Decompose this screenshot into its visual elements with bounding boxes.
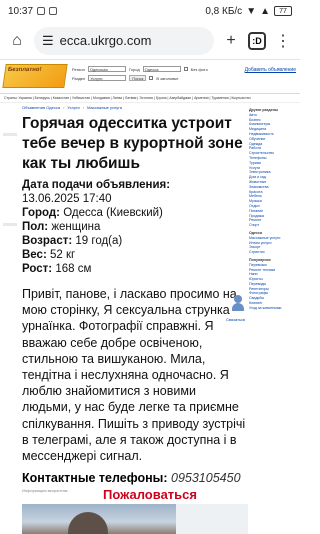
site-header: Безплатно! Регион Одесская Город Одесса …: [0, 60, 300, 94]
height-value: 168 см: [55, 263, 92, 275]
ad-title: Горячая одесситка устроит тебе вечер в к…: [22, 115, 243, 172]
add-ad-link[interactable]: Добавить объявление: [245, 67, 296, 73]
app-icon: [49, 7, 58, 15]
countries-nav[interactable]: Страны: Украина | Беларусь | Казахстан |…: [0, 94, 300, 103]
report-button[interactable]: Пожаловаться: [0, 487, 300, 502]
region-select[interactable]: Одесская: [87, 66, 126, 72]
margin-mark: [3, 133, 17, 136]
city-select[interactable]: Одесса: [142, 66, 181, 72]
url-text: ecca.ukrgo.com: [59, 33, 152, 48]
date-value: 13.06.2025 17:40: [22, 193, 112, 205]
browser-toolbar: ⌂ ☰ ecca.ukrgo.com + :D ⋮: [0, 22, 300, 60]
contact-link[interactable]: Связаться: [226, 317, 245, 322]
header-filter-row-1: Регион Одесская Город Одесса Без фото: [72, 66, 208, 72]
breadcrumb-separator: ›: [63, 105, 65, 110]
age-value: 19 год(а): [75, 235, 123, 247]
contacts-label: Контактные телефоны:: [22, 471, 168, 486]
gender-label: Пол:: [22, 221, 49, 233]
user-icon[interactable]: [230, 295, 246, 315]
region-label: Регион: [72, 66, 85, 72]
new-tab-icon[interactable]: +: [220, 30, 242, 52]
breadcrumb-item[interactable]: Объявления Одесса: [22, 105, 60, 110]
margin-mark: [3, 223, 17, 226]
city-value: Одесса (Киевский): [63, 207, 163, 219]
sidebar-list: Авто Бизнес Компьютеры Медицина Недвижимость…: [249, 113, 299, 228]
network-speed: 0,8 КБ/с: [205, 5, 243, 17]
no-photo-label: Без фото: [190, 66, 208, 72]
notification-icon: [37, 7, 46, 15]
contacts: Контактные телефоны: 0953105450: [22, 470, 248, 486]
breadcrumb-separator: ›: [82, 105, 85, 110]
section-select[interactable]: Услуги: [88, 75, 127, 81]
sidebar-list: Массажные услуги Интим услуги Эскорт Стрипт…: [249, 236, 299, 255]
gender-value: женщина: [51, 221, 101, 233]
wifi-icon: ▼: [246, 5, 257, 17]
breadcrumb-item[interactable]: Услуги: [67, 105, 79, 110]
battery-icon: 77: [274, 6, 292, 16]
sidebar-item[interactable]: Стриптиз: [249, 250, 299, 255]
date-label: Дата подачи объявления:: [22, 179, 171, 191]
signal-icon: ▲: [260, 5, 270, 17]
logo-text: Безплатно!: [7, 67, 42, 73]
user-icon-head: [234, 295, 242, 303]
sidebar-item[interactable]: Спорт: [249, 223, 299, 228]
city-label: Город: [128, 66, 140, 72]
right-sidebar: Другие разделы Авто Бизнес Компьютеры Медиц…: [249, 105, 299, 311]
site-logo[interactable]: Безплатно!: [2, 64, 68, 88]
sidebar-list: Перевозки Ремонт техники Няни Юристы Перевод…: [249, 263, 299, 311]
user-icon-body: [232, 303, 244, 311]
home-icon[interactable]: ⌂: [6, 30, 28, 52]
search-button[interactable]: Поиск: [129, 75, 147, 81]
ad-meta: Дата подачи объявления: 13.06.2025 17:40…: [22, 178, 248, 276]
status-bar: 10:37 0,8 КБ/с ▼ ▲ 77: [0, 0, 300, 22]
city-label: Город:: [22, 207, 60, 219]
title-only-label: В заголовке: [156, 75, 179, 81]
weight-label: Вес:: [22, 249, 47, 261]
weight-value: 52 кг: [49, 249, 76, 261]
left-margin: [0, 103, 20, 483]
ad-content: Объявления Одесса › Услуги › Массажные у…: [22, 103, 248, 493]
tab-switcher-button[interactable]: :D: [248, 31, 266, 50]
age-label: Возраст:: [22, 235, 73, 247]
header-filter-row-2: Раздел Услуги Поиск В заголовке: [72, 75, 178, 81]
address-bar[interactable]: ☰ ecca.ukrgo.com: [34, 26, 214, 55]
ad-description: Привіт, панове, і ласкаво просимо на мою…: [22, 287, 246, 464]
section-label: Раздел: [72, 75, 86, 81]
ad-photo[interactable]: [22, 504, 176, 534]
no-photo-checkbox[interactable]: [183, 67, 188, 71]
photo-area: [176, 504, 248, 534]
site-info-icon[interactable]: ☰: [42, 33, 54, 49]
main-area: Объявления Одесса › Услуги › Массажные у…: [0, 103, 300, 503]
height-label: Рост:: [22, 263, 53, 275]
sidebar-item[interactable]: Уход за животными: [249, 306, 299, 311]
title-only-checkbox[interactable]: [149, 76, 154, 80]
photo-subject: [68, 512, 108, 534]
status-time: 10:37: [8, 5, 34, 17]
contact-phone[interactable]: 0953105450: [171, 471, 241, 485]
breadcrumb: Объявления Одесса › Услуги › Массажные у…: [22, 103, 248, 112]
breadcrumb-item[interactable]: Массажные услуги: [87, 105, 122, 110]
menu-icon[interactable]: ⋮: [272, 30, 294, 52]
